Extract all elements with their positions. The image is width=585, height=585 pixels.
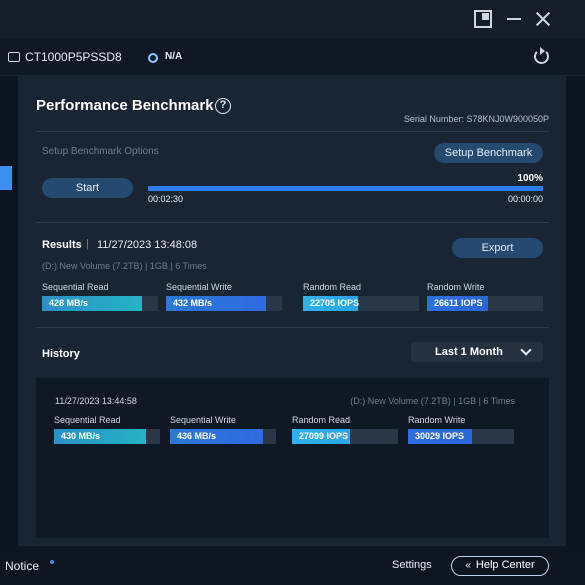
device-bar: CT1000P5PSSD8 N/A	[0, 38, 585, 76]
temperature-value: N/A	[165, 51, 183, 62]
history-entry-info: (D:) New Volume (7.2TB) | 1GB | 6 Times	[350, 396, 515, 406]
serial-number: Serial Number: S78KNJ0W900050P	[403, 114, 549, 124]
result-random-read: Random Read 22705 IOPS	[303, 282, 419, 311]
progress-percent: 100%	[517, 173, 543, 184]
result-random-write: Random Write 26611 IOPS	[427, 282, 543, 311]
results-separator: |	[86, 238, 89, 250]
close-icon[interactable]	[534, 10, 552, 28]
chevron-down-icon	[520, 344, 532, 356]
minimize-icon[interactable]	[505, 10, 523, 28]
history-random-write: Random Write 30029 IOPS	[408, 415, 514, 444]
divider	[36, 222, 549, 223]
drive-icon	[8, 52, 20, 62]
result-sequential-read: Sequential Read 428 MB/s	[42, 282, 158, 311]
time-remaining: 00:00:00	[507, 194, 543, 204]
settings-link[interactable]: Settings	[392, 559, 432, 571]
help-icon[interactable]: ?	[215, 98, 231, 114]
metric-label: Sequential Write	[170, 415, 236, 425]
metric-bar: 428 MB/s	[42, 296, 158, 311]
metric-label: Sequential Write	[166, 282, 232, 292]
metric-bar: 30029 IOPS	[408, 429, 514, 444]
divider	[36, 131, 549, 132]
page-title: Performance Benchmark	[36, 97, 214, 114]
metric-value: 428 MB/s	[49, 298, 89, 308]
result-sequential-write: Sequential Write 432 MB/s	[166, 282, 282, 311]
footer: Notice Settings « Help Center	[0, 546, 585, 585]
setup-benchmark-button[interactable]: Setup Benchmark	[434, 143, 543, 163]
progress-bar	[148, 186, 543, 191]
metric-bar: 430 MB/s	[54, 429, 160, 444]
title-bar	[0, 0, 585, 38]
metric-bar: 22705 IOPS	[303, 296, 419, 311]
metric-label: Random Write	[408, 415, 466, 425]
notice-link[interactable]: Notice	[5, 559, 39, 573]
metric-label: Sequential Read	[54, 415, 121, 425]
time-elapsed: 00:02:30	[148, 194, 184, 204]
sidebar-active-indicator	[0, 166, 12, 190]
metric-label: Sequential Read	[42, 282, 109, 292]
metric-value: 27099 IOPS	[299, 431, 349, 441]
history-entry-date: 11/27/2023 13:44:58	[55, 396, 137, 406]
metric-label: Random Write	[427, 282, 485, 292]
results-info: (D:) New Volume (7.2TB) | 1GB | 6 Times	[42, 261, 207, 271]
setup-options-label: Setup Benchmark Options	[42, 146, 159, 157]
history-sequential-read: Sequential Read 430 MB/s	[54, 415, 160, 444]
metric-bar: 26611 IOPS	[427, 296, 543, 311]
metric-value: 30029 IOPS	[415, 431, 465, 441]
history-random-read: Random Read 27099 IOPS	[292, 415, 398, 444]
right-strip	[566, 76, 585, 546]
metric-label: Random Read	[303, 282, 362, 292]
export-button[interactable]: Export	[452, 238, 543, 258]
notice-indicator	[50, 560, 54, 564]
results-date: 11/27/2023 13:48:08	[97, 239, 198, 251]
help-center-button[interactable]: « Help Center	[451, 556, 549, 576]
metric-bar: 432 MB/s	[166, 296, 282, 311]
metric-value: 430 MB/s	[61, 431, 101, 441]
metric-value: 26611 IOPS	[434, 298, 483, 308]
temperature-icon	[148, 53, 158, 63]
double-chevron-left-icon: «	[465, 560, 471, 571]
divider	[36, 327, 549, 328]
restore-icon[interactable]	[474, 10, 492, 28]
metric-bar: 27099 IOPS	[292, 429, 398, 444]
metric-value: 432 MB/s	[173, 298, 213, 308]
metric-bar: 436 MB/s	[170, 429, 276, 444]
progress-fill	[148, 186, 543, 191]
start-button[interactable]: Start	[42, 178, 133, 198]
help-center-label: Help Center	[475, 559, 535, 571]
results-label: Results	[42, 239, 82, 251]
history-range-value: Last 1 Month	[435, 346, 503, 358]
history-label: History	[42, 348, 80, 360]
drive-name[interactable]: CT1000P5PSSD8	[25, 50, 122, 64]
metric-label: Random Read	[292, 415, 351, 425]
history-range-select[interactable]: Last 1 Month	[411, 342, 543, 362]
sidebar-strip	[0, 76, 18, 546]
refresh-icon[interactable]	[534, 47, 549, 64]
history-sequential-write: Sequential Write 436 MB/s	[170, 415, 276, 444]
metric-value: 22705 IOPS	[310, 298, 360, 308]
metric-value: 436 MB/s	[177, 431, 217, 441]
